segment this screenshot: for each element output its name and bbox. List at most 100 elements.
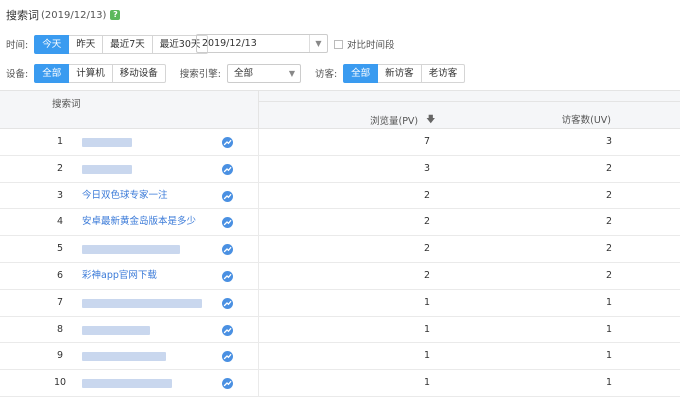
uv-value: 2 xyxy=(605,269,612,281)
row-index: 6 xyxy=(56,269,64,281)
page-date: (2019/12/13) xyxy=(41,9,107,21)
row-index: 4 xyxy=(56,216,64,228)
keyword-link[interactable]: 彩神app官网下载 xyxy=(82,263,157,289)
uv-value: 3 xyxy=(605,136,612,147)
table-body: 1 7 3 2 3 2 3 今日双色球专家一注 2 2 4 安卓最新黄金岛版本是多少 2 2 5 2 2 6 彩神a… xyxy=(0,129,680,397)
redacted-keyword xyxy=(82,325,150,335)
uv-value: 2 xyxy=(605,162,612,174)
row-index: 3 xyxy=(56,189,64,201)
pv-value: 3 xyxy=(423,162,430,174)
table-row[interactable]: 4 安卓最新黄金岛版本是多少 2 2 xyxy=(0,209,680,237)
table-row[interactable]: 9 1 1 xyxy=(0,343,680,371)
column-pv-label: 浏览量(PV) xyxy=(370,116,419,127)
pv-value: 2 xyxy=(423,269,430,281)
visitor-returning-button[interactable]: 老访客 xyxy=(421,63,466,83)
column-pv[interactable]: 浏览量(PV) 🡇 xyxy=(370,112,435,128)
trend-icon[interactable] xyxy=(222,270,233,282)
row-index: 9 xyxy=(56,350,64,362)
pv-value: 1 xyxy=(423,296,430,308)
time-yesterday-button[interactable]: 昨天 xyxy=(69,34,104,54)
table-row[interactable]: 7 1 1 xyxy=(0,289,680,317)
chevron-down-icon[interactable]: ▼ xyxy=(284,65,300,82)
visitor-label: 访客: xyxy=(314,69,338,80)
sort-down-icon[interactable]: 🡇 xyxy=(426,112,435,128)
pv-value: 2 xyxy=(423,216,430,228)
compare-period-toggle[interactable]: 对比时间段 xyxy=(334,37,395,51)
row-index: 1 xyxy=(56,136,64,147)
keyword-table: 搜索词 浏览量(PV) 🡇 访客数(UV) 1 7 3 2 3 2 3 今日双色球专家一注 2 2… xyxy=(0,90,680,397)
column-divider xyxy=(258,129,259,155)
redacted-keyword xyxy=(82,379,172,389)
visitor-all-button[interactable]: 全部 xyxy=(343,63,379,83)
table-row[interactable]: 2 3 2 xyxy=(0,155,680,183)
pv-value: 1 xyxy=(423,350,430,362)
visitor-new-button[interactable]: 新访客 xyxy=(378,63,422,83)
row-index: 2 xyxy=(56,162,64,174)
trend-icon[interactable] xyxy=(222,163,233,175)
column-divider xyxy=(258,289,259,316)
engine-label: 搜索引擎: xyxy=(179,69,221,80)
uv-value: 1 xyxy=(605,377,612,389)
header-hline xyxy=(258,101,680,102)
time-today-button[interactable]: 今天 xyxy=(34,34,70,54)
uv-value: 1 xyxy=(605,350,612,362)
trend-icon[interactable] xyxy=(222,351,233,363)
column-uv[interactable]: 访客数(UV) xyxy=(562,112,611,126)
question-icon[interactable]: ? xyxy=(110,10,121,20)
engine-value: 全部 xyxy=(233,67,253,79)
trend-icon[interactable] xyxy=(222,297,233,309)
redacted-keyword xyxy=(82,352,166,362)
page-title: 搜索词 xyxy=(6,9,39,22)
trend-icon[interactable] xyxy=(222,324,233,336)
time-button-group: 今天 昨天 最近7天 最近30天 xyxy=(34,34,209,54)
table-row[interactable]: 5 2 2 xyxy=(0,236,680,263)
trend-icon[interactable] xyxy=(222,190,233,202)
table-row[interactable]: 10 1 1 xyxy=(0,370,680,397)
trend-icon[interactable] xyxy=(222,244,233,256)
time-last7-button[interactable]: 最近7天 xyxy=(103,34,153,54)
trend-icon[interactable] xyxy=(222,217,233,229)
table-row[interactable]: 8 1 1 xyxy=(0,316,680,344)
column-divider xyxy=(258,316,259,343)
pv-value: 7 xyxy=(423,136,430,147)
column-divider xyxy=(258,343,259,370)
row-index: 8 xyxy=(56,323,64,335)
row-index: 10 xyxy=(53,377,67,389)
compare-checkbox[interactable] xyxy=(334,39,343,49)
device-label: 设备: xyxy=(6,69,29,80)
pv-value: 1 xyxy=(423,323,430,335)
redacted-keyword xyxy=(82,138,132,147)
chevron-down-icon[interactable]: ▼ xyxy=(309,35,327,52)
pv-value: 2 xyxy=(423,243,430,255)
device-filter-row: 设备: 全部 计算机 移动设备 搜索引擎: 全部 ▼ 访客: 全部 新访客 老访… xyxy=(6,63,466,83)
time-label: 时间: xyxy=(6,40,29,51)
compare-label: 对比时间段 xyxy=(347,40,395,51)
trend-icon[interactable] xyxy=(222,137,233,148)
keyword-link[interactable]: 安卓最新黄金岛版本是多少 xyxy=(82,209,196,235)
uv-value: 1 xyxy=(605,323,612,335)
column-divider xyxy=(258,155,259,182)
date-picker[interactable]: 2019/12/13 ▼ xyxy=(196,34,328,53)
date-value: 2019/12/13 xyxy=(202,38,257,49)
device-mobile-button[interactable]: 移动设备 xyxy=(112,63,166,83)
table-row[interactable]: 3 今日双色球专家一注 2 2 xyxy=(0,182,680,210)
uv-value: 2 xyxy=(605,243,612,255)
engine-select[interactable]: 全部 ▼ xyxy=(226,63,301,83)
column-divider xyxy=(258,262,259,289)
column-divider xyxy=(258,370,259,396)
table-row[interactable]: 1 7 3 xyxy=(0,129,680,156)
column-divider xyxy=(258,209,259,236)
keyword-link[interactable]: 今日双色球专家一注 xyxy=(82,183,168,209)
table-header: 搜索词 浏览量(PV) 🡇 访客数(UV) xyxy=(0,90,680,129)
uv-value: 2 xyxy=(605,216,612,228)
row-index: 7 xyxy=(56,296,64,308)
trend-icon[interactable] xyxy=(222,378,233,390)
visitor-button-group: 全部 新访客 老访客 xyxy=(343,63,466,83)
table-row[interactable]: 6 彩神app官网下载 2 2 xyxy=(0,262,680,290)
column-keyword: 搜索词 xyxy=(52,99,81,110)
device-pc-button[interactable]: 计算机 xyxy=(69,63,113,83)
redacted-keyword xyxy=(82,245,180,255)
column-divider xyxy=(258,182,259,209)
redacted-keyword xyxy=(82,298,202,308)
device-all-button[interactable]: 全部 xyxy=(34,63,70,83)
